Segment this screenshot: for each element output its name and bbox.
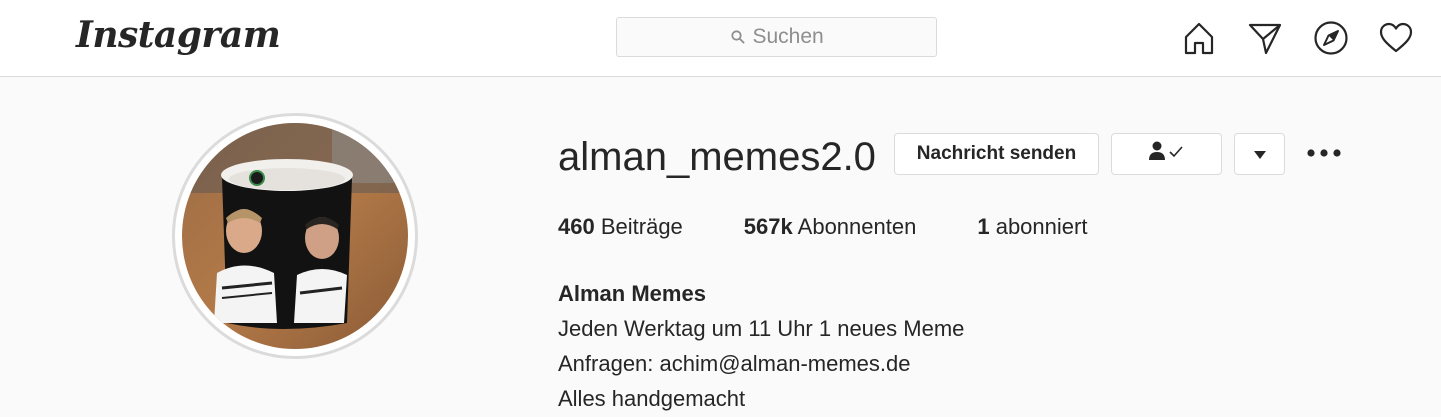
profile-bio: Alman Memes Jeden Werktag um 11 Uhr 1 ne… <box>558 276 964 416</box>
top-navigation-bar: Instagram <box>0 0 1441 77</box>
profile-full-name: Alman Memes <box>558 281 706 306</box>
bio-line: Jeden Werktag um 11 Uhr 1 neues Meme <box>558 316 965 341</box>
profile-stats: 460 Beiträge 567k Abonnenten 1 abonniert <box>558 214 1148 240</box>
bio-line: Anfragen: achim@alman-memes.de <box>558 351 911 376</box>
search-input[interactable] <box>752 25 823 49</box>
more-icon <box>1307 144 1341 162</box>
avatar-ring <box>172 113 418 359</box>
person-check-icon <box>1148 141 1186 167</box>
profile-username: alman_memes2.0 <box>558 135 876 179</box>
following-count: 1 <box>977 214 990 239</box>
more-options-button[interactable] <box>1304 143 1344 163</box>
activity-icon[interactable] <box>1377 19 1415 57</box>
home-icon[interactable] <box>1180 19 1218 57</box>
posts-count: 460 <box>558 214 595 239</box>
followers-stat[interactable]: 567k Abonnenten <box>744 214 917 240</box>
followers-label: Abonnenten <box>797 214 917 239</box>
posts-stat: 460 Beiträge <box>558 214 683 240</box>
instagram-logo[interactable]: Instagram <box>76 14 281 56</box>
following-stat[interactable]: 1 abonniert <box>977 214 1087 240</box>
direct-icon[interactable] <box>1246 19 1284 57</box>
following-label: abonniert <box>995 214 1088 239</box>
caret-down-icon <box>1253 143 1266 165</box>
search-box[interactable] <box>616 17 937 57</box>
search-icon <box>730 30 745 44</box>
avatar[interactable] <box>182 123 408 349</box>
suggestions-dropdown-button[interactable] <box>1234 133 1285 175</box>
bio-line: Alles handgemacht <box>558 386 746 411</box>
send-message-button[interactable]: Nachricht senden <box>894 133 1099 175</box>
following-button[interactable] <box>1111 133 1222 175</box>
explore-icon[interactable] <box>1312 19 1350 57</box>
followers-count: 567k <box>743 214 793 239</box>
posts-label: Beiträge <box>600 214 683 239</box>
